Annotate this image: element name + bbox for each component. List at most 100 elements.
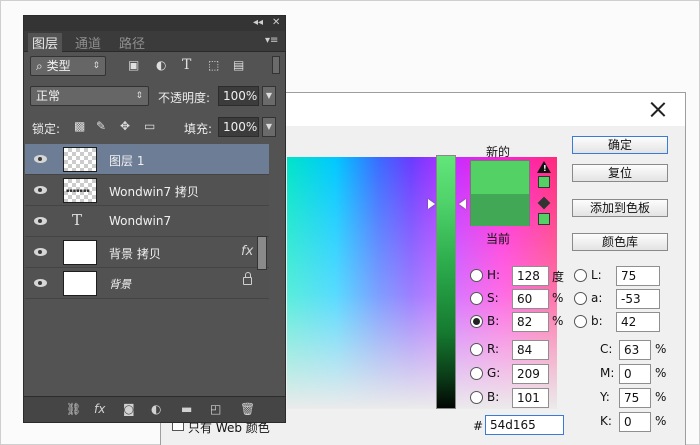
black-unit: % — [655, 414, 667, 428]
panel-menu-icon[interactable]: ▾≡ — [265, 35, 278, 46]
type-filter-icon[interactable]: T — [182, 57, 191, 73]
layer-effects-icon[interactable]: fx — [241, 244, 253, 259]
lock-icon[interactable] — [243, 272, 252, 285]
trash-icon[interactable]: 🗑 — [240, 402, 255, 416]
new-color-label: 新的 — [486, 145, 511, 159]
lock-paint-icon[interactable]: ✎ — [96, 119, 106, 133]
blue-label: B: — [487, 390, 500, 404]
opacity-dropdown-icon[interactable]: ▼ — [262, 86, 276, 106]
ok-button[interactable]: 确定 — [572, 136, 668, 154]
layers-panel: ◂◂ ✕ 图层 通道 路径 ▾≡ ⌕ 类型 ⇕ ▣ ◐ T ⬚ ▤ 正常 ⇕ 不… — [23, 15, 286, 423]
black-field[interactable] — [619, 412, 651, 432]
new-color-swatch — [471, 161, 529, 194]
tab-paths[interactable]: 路径 — [119, 33, 145, 52]
fill-dropdown-icon[interactable]: ▼ — [262, 117, 276, 137]
adjustment-icon[interactable]: ◐ — [151, 402, 161, 416]
slider-arrow-right-icon[interactable] — [459, 199, 466, 209]
adjustment-filter-icon[interactable]: ◐ — [156, 58, 166, 72]
smart-object-filter-icon[interactable]: ▤ — [233, 58, 244, 72]
out-of-gamut-warning-icon[interactable]: ! — [537, 161, 551, 173]
fill-label: 填充: — [184, 122, 213, 136]
search-icon: ⌕ — [36, 59, 43, 73]
image-filter-icon[interactable]: ▣ — [128, 58, 139, 72]
b-channel-field[interactable] — [616, 312, 660, 332]
cyan-label: C: — [600, 342, 613, 356]
shape-filter-icon[interactable]: ⬚ — [208, 58, 219, 72]
layer-row[interactable]: 背景 — [25, 268, 269, 299]
reset-button[interactable]: 复位 — [572, 164, 668, 182]
yellow-label: Y: — [600, 390, 610, 404]
color-libraries-button[interactable]: 颜色库 — [572, 233, 668, 251]
link-icon[interactable]: ⛓ — [66, 402, 81, 416]
hue-label: H: — [487, 268, 501, 282]
red-radio[interactable] — [470, 343, 483, 356]
hue-field[interactable] — [512, 266, 549, 286]
web-safe-swatch[interactable] — [538, 213, 550, 225]
magenta-field[interactable] — [619, 364, 651, 384]
layer-name: 背景 — [109, 278, 131, 291]
a-channel-field[interactable] — [616, 289, 660, 309]
filter-kind-select[interactable]: ⌕ 类型 ⇕ — [30, 56, 106, 76]
yellow-unit: % — [655, 390, 667, 404]
tab-channels[interactable]: 通道 — [75, 33, 101, 52]
lightness-radio[interactable] — [574, 269, 587, 282]
eye-icon[interactable] — [34, 152, 48, 166]
yellow-field[interactable] — [619, 388, 651, 408]
lock-all-icon[interactable]: ▭ — [144, 119, 155, 133]
hex-label: # — [473, 419, 484, 433]
type-layer-icon: T — [72, 211, 83, 229]
filter-toggle[interactable] — [272, 56, 280, 74]
cyan-field[interactable] — [619, 340, 651, 360]
chevron-updown-icon: ⇕ — [135, 91, 143, 101]
tab-layers[interactable]: 图层 — [28, 33, 63, 52]
fx-icon[interactable]: fx — [94, 402, 105, 416]
close-icon[interactable] — [647, 99, 669, 121]
red-field[interactable] — [512, 340, 549, 360]
green-field[interactable] — [512, 364, 549, 384]
lightness-field[interactable] — [616, 266, 660, 286]
layer-row[interactable]: 背景 拷贝 fx — [25, 237, 269, 268]
layer-row[interactable]: T Wondwin7 — [25, 206, 269, 237]
lock-transparent-icon[interactable]: ▩ — [74, 119, 85, 133]
lock-move-icon[interactable]: ✥ — [120, 119, 130, 133]
saturation-field[interactable] — [512, 289, 549, 309]
scrollbar-thumb[interactable] — [257, 236, 267, 270]
green-radio[interactable] — [470, 367, 483, 380]
eye-icon[interactable] — [34, 245, 48, 259]
mask-icon[interactable]: ◙ — [123, 402, 135, 416]
layer-row[interactable]: 图层 1 — [25, 144, 269, 175]
a-channel-radio[interactable] — [574, 292, 587, 305]
eye-icon[interactable] — [34, 214, 48, 228]
layer-name: Wondwin7 拷贝 — [109, 185, 199, 199]
new-layer-icon[interactable]: ◰ — [210, 402, 221, 416]
eye-icon[interactable] — [34, 276, 48, 290]
layer-name: Wondwin7 — [109, 214, 172, 228]
fill-field[interactable]: 100% — [218, 117, 259, 137]
gamut-swatch[interactable] — [538, 176, 550, 188]
add-to-swatches-button[interactable]: 添加到色板 — [572, 199, 668, 217]
saturation-radio[interactable] — [470, 292, 483, 305]
hue-radio[interactable] — [470, 269, 483, 282]
blend-mode-select[interactable]: 正常 ⇕ — [30, 86, 149, 106]
collapse-icon[interactable]: ◂◂ — [253, 17, 263, 28]
eye-icon[interactable] — [34, 183, 48, 197]
current-color-swatch[interactable] — [471, 194, 529, 226]
opacity-field[interactable]: 100% — [218, 86, 259, 106]
layer-name: 图层 1 — [109, 154, 145, 168]
layer-thumbnail: ▪▪▪▪▪▪▪ — [63, 178, 97, 203]
saturation-unit: % — [552, 291, 564, 305]
hex-field[interactable] — [485, 415, 564, 435]
blue-field[interactable] — [512, 388, 549, 408]
hue-slider[interactable] — [436, 155, 456, 409]
close-icon[interactable]: ✕ — [272, 17, 280, 28]
brightness-radio[interactable] — [470, 315, 483, 328]
layer-row[interactable]: ▪▪▪▪▪▪▪ Wondwin7 拷贝 — [25, 175, 269, 206]
folder-icon[interactable]: ▬ — [181, 402, 192, 416]
slider-arrow-left-icon[interactable] — [428, 199, 435, 209]
magenta-label: M: — [600, 366, 615, 380]
panel-tabs: 图层 通道 路径 ▾≡ — [24, 31, 285, 52]
brightness-field[interactable] — [512, 312, 549, 332]
layer-thumbnail — [63, 147, 97, 172]
blue-radio[interactable] — [470, 391, 483, 404]
b-channel-radio[interactable] — [574, 315, 587, 328]
